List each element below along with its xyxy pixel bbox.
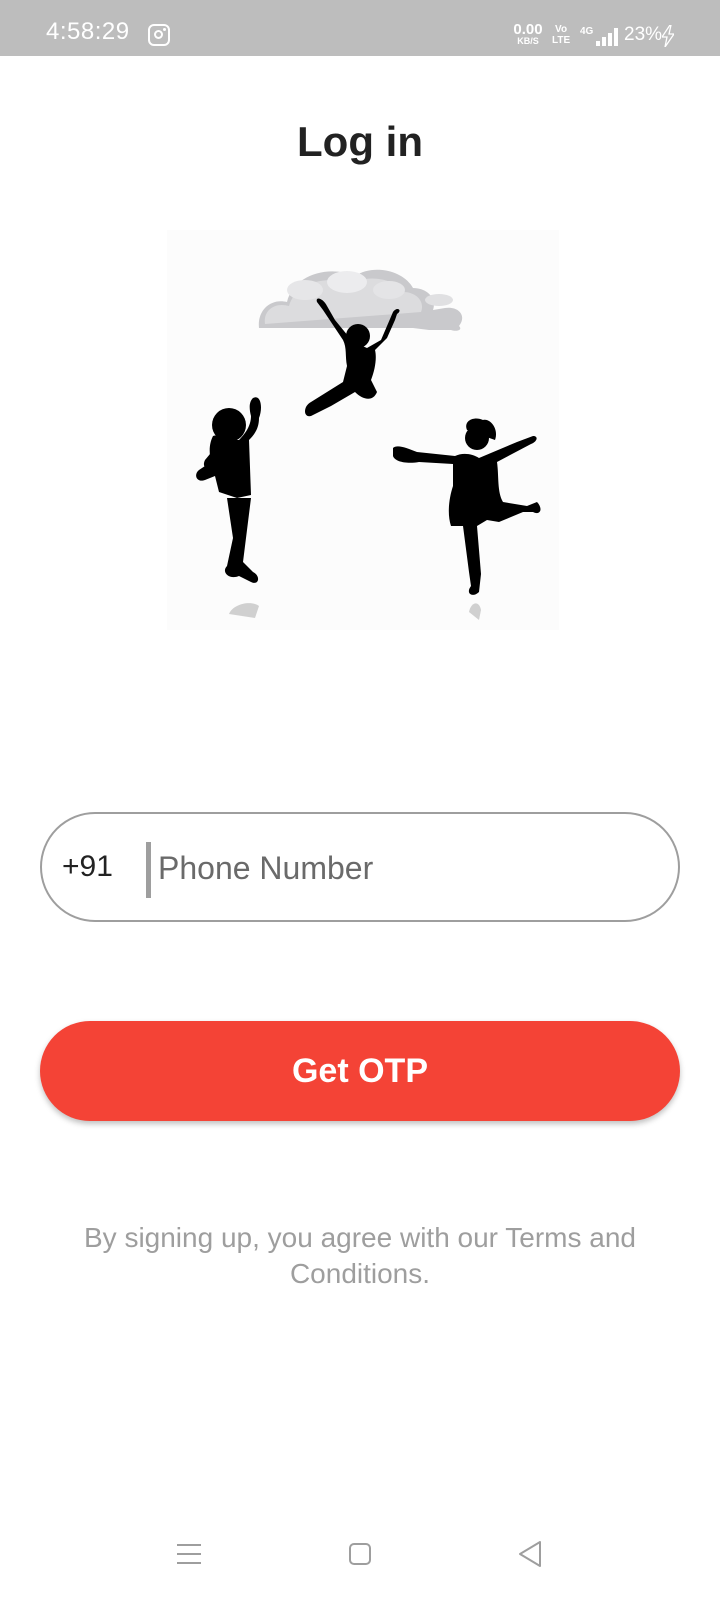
network-type: 4G	[580, 26, 594, 37]
volte-top: Vo	[555, 24, 568, 35]
network-speed-value: 0.00	[513, 21, 543, 38]
network-speed: 0.00 KB/S	[510, 22, 546, 46]
volte-bottom: LTE	[552, 35, 571, 46]
page-title: Log in	[297, 118, 423, 165]
volte-indicator: Vo LTE	[552, 24, 570, 46]
terms-text[interactable]: By signing up, you agree with our Terms …	[80, 1220, 640, 1292]
phone-number-field[interactable]: +91	[40, 812, 680, 922]
status-time: 4:58:29	[46, 18, 130, 45]
battery-level: 23%	[624, 24, 663, 45]
home-icon[interactable]	[349, 1543, 371, 1565]
input-cursor-divider	[146, 842, 151, 898]
country-code[interactable]: +91	[62, 850, 113, 884]
get-otp-button[interactable]: Get OTP	[40, 1021, 680, 1121]
status-bar: 4:58:29 0.00 KB/S Vo LTE 4G 23%	[0, 0, 720, 56]
kids-illustration	[167, 230, 559, 630]
instagram-icon	[148, 24, 170, 46]
network-speed-unit: KB/S	[517, 36, 539, 46]
menu-icon[interactable]	[177, 1544, 201, 1564]
back-icon[interactable]	[516, 1540, 544, 1568]
phone-number-input[interactable]	[158, 834, 658, 902]
charging-icon	[662, 25, 674, 47]
signal-icon	[596, 28, 624, 46]
